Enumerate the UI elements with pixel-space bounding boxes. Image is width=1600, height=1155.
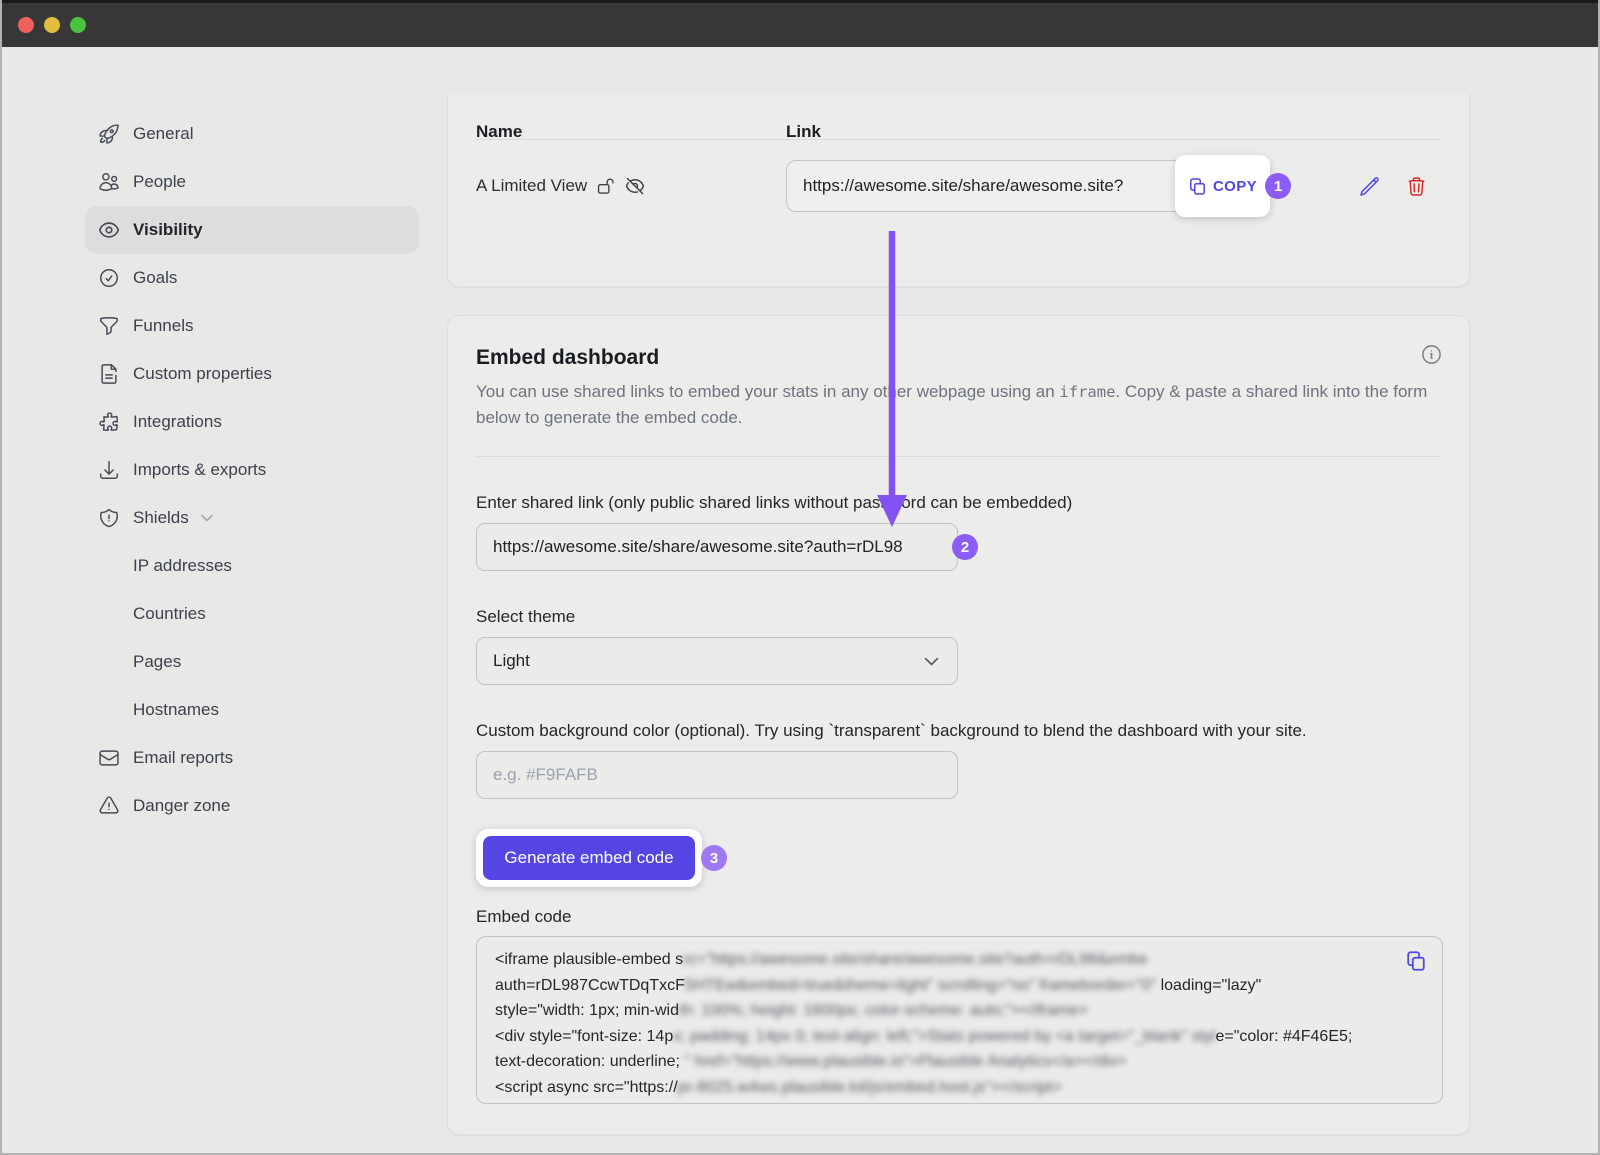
sidebar-item-countries[interactable]: Countries [85, 590, 419, 638]
copy-button[interactable]: COPY [1175, 155, 1270, 217]
sidebar-item-people[interactable]: People [85, 158, 419, 206]
settings-main: Name Link A Limited View [447, 94, 1470, 1135]
generate-button-callout: Generate embed code 3 [476, 829, 702, 887]
check-circle-icon [98, 267, 120, 289]
copy-icon [1405, 950, 1427, 972]
window-titlebar [2, 0, 1598, 47]
people-icon [98, 171, 120, 193]
embed-dashboard-description: You can use shared links to embed your s… [476, 379, 1434, 431]
shared-link-row: A Limited View [476, 160, 1441, 212]
embed-code-box[interactable]: <iframe plausible-embed src="https://awe… [476, 936, 1443, 1104]
sidebar-item-label: Funnels [133, 316, 193, 336]
traffic-light-close-button[interactable] [18, 17, 34, 33]
iframe-code-word: iframe [1059, 383, 1115, 401]
shared-link-field-label: Enter shared link (only public shared li… [476, 493, 1441, 513]
chevron-down-icon [199, 510, 215, 526]
column-header-name: Name [476, 122, 786, 139]
sidebar-item-label: Visibility [133, 220, 203, 240]
warning-icon [98, 795, 120, 817]
sidebar-item-visibility[interactable]: Visibility [85, 206, 419, 254]
traffic-light-zoom-button[interactable] [70, 17, 86, 33]
theme-select[interactable]: Light [476, 637, 958, 685]
sidebar-item-integrations[interactable]: Integrations [85, 398, 419, 446]
sidebar-item-label: Email reports [133, 748, 233, 768]
sidebar-item-label: Custom properties [133, 364, 272, 384]
sidebar-item-general[interactable]: General [85, 110, 419, 158]
sidebar-item-danger-zone[interactable]: Danger zone [85, 782, 419, 830]
shield-icon [98, 507, 120, 529]
info-icon [1420, 343, 1443, 366]
sidebar-item-label: Pages [133, 652, 181, 672]
eye-icon [98, 219, 120, 241]
sidebar-item-email-reports[interactable]: Email reports [85, 734, 419, 782]
theme-select-value: Light [493, 651, 530, 671]
document-icon [98, 363, 120, 385]
copy-label: COPY [1213, 178, 1257, 195]
theme-select-label: Select theme [476, 607, 1441, 627]
app-window: General People Visibility Goals [0, 0, 1600, 1155]
pencil-icon [1359, 176, 1380, 197]
sidebar-item-shields[interactable]: Shields [85, 494, 419, 542]
sidebar-item-label: Hostnames [133, 700, 219, 720]
section-divider [476, 456, 1441, 457]
puzzle-icon [98, 411, 120, 433]
sidebar-item-pages[interactable]: Pages [85, 638, 419, 686]
embed-code-content: <iframe plausible-embed src="https://awe… [495, 947, 1424, 1100]
sidebar-item-goals[interactable]: Goals [85, 254, 419, 302]
step-badge-1: 1 [1265, 173, 1291, 199]
info-button[interactable] [1420, 343, 1443, 366]
sidebar-item-label: Shields [133, 508, 189, 528]
eye-off-icon [625, 176, 645, 196]
step-badge-3: 3 [701, 845, 727, 871]
sidebar-item-imports-exports[interactable]: Imports & exports [85, 446, 419, 494]
embed-dashboard-card: Embed dashboard You can use shared links… [447, 315, 1470, 1135]
funnel-icon [98, 315, 120, 337]
sidebar-item-label: Integrations [133, 412, 222, 432]
embed-shared-link-input[interactable] [476, 523, 958, 571]
embed-dashboard-title: Embed dashboard [476, 316, 1441, 370]
shared-link-name: A Limited View [476, 176, 587, 196]
sidebar-item-label: General [133, 124, 193, 144]
sidebar-item-label: IP addresses [133, 556, 232, 576]
copy-icon [1188, 177, 1207, 196]
generate-embed-code-button[interactable]: Generate embed code [483, 836, 695, 880]
shared-links-card: Name Link A Limited View [447, 94, 1470, 287]
sidebar-item-label: Danger zone [133, 796, 230, 816]
table-divider [476, 139, 1441, 140]
background-color-label: Custom background color (optional). Try … [476, 721, 1441, 741]
lock-open-icon [596, 176, 616, 196]
edit-shared-link-button[interactable] [1359, 176, 1380, 197]
step-badge-2: 2 [952, 534, 978, 560]
sidebar-item-ip-addresses[interactable]: IP addresses [85, 542, 419, 590]
sidebar-item-funnels[interactable]: Funnels [85, 302, 419, 350]
column-header-link: Link [786, 122, 821, 139]
sidebar-item-label: Goals [133, 268, 177, 288]
shared-links-table-header: Name Link [476, 94, 1441, 139]
trash-icon [1406, 176, 1427, 197]
download-icon [98, 459, 120, 481]
rocket-icon [98, 123, 120, 145]
settings-sidebar: General People Visibility Goals [85, 110, 419, 830]
sidebar-item-custom-properties[interactable]: Custom properties [85, 350, 419, 398]
envelope-icon [98, 747, 120, 769]
embed-code-label: Embed code [476, 907, 1441, 927]
sidebar-item-label: Imports & exports [133, 460, 266, 480]
chevron-down-icon [922, 652, 941, 671]
traffic-light-minimize-button[interactable] [44, 17, 60, 33]
sidebar-item-label: Countries [133, 604, 206, 624]
embed-code-copy-button[interactable] [1405, 950, 1427, 972]
background-color-input[interactable] [476, 751, 958, 799]
delete-shared-link-button[interactable] [1406, 176, 1427, 197]
sidebar-item-label: People [133, 172, 186, 192]
sidebar-item-hostnames[interactable]: Hostnames [85, 686, 419, 734]
